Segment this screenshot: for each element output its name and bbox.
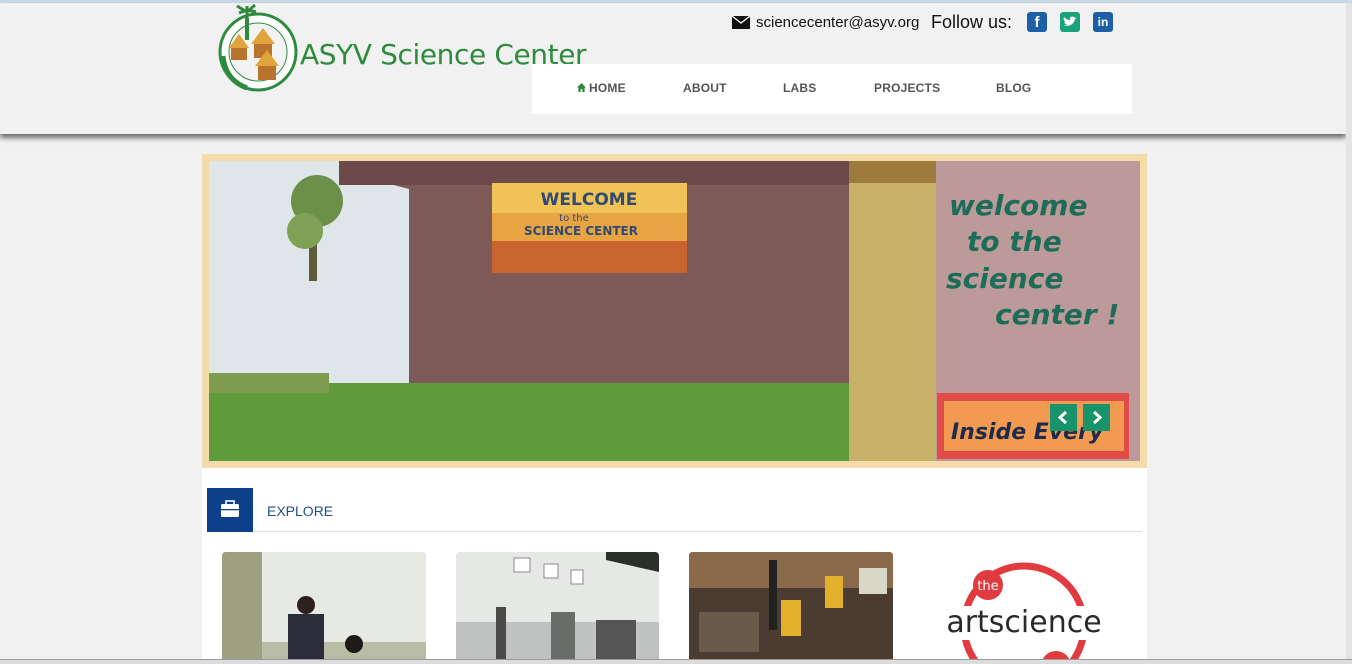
nav-home[interactable]: HOME bbox=[577, 81, 626, 95]
briefcase-icon bbox=[221, 500, 239, 517]
svg-text:SCIENCE CENTER: SCIENCE CENTER bbox=[524, 224, 638, 238]
svg-text:center !: center ! bbox=[995, 298, 1119, 331]
scrollbar[interactable] bbox=[1346, 3, 1352, 664]
artscience-logo-graphic: the artscience bbox=[930, 562, 1120, 664]
taskbar-edge bbox=[0, 659, 1352, 664]
contact-email[interactable]: sciencecenter@asyv.org bbox=[732, 14, 919, 31]
svg-text:to the: to the bbox=[967, 225, 1062, 258]
slider-image[interactable]: WELCOME to the SCIENCE CENTER welcome to… bbox=[209, 161, 1140, 461]
artscience-logo[interactable]: the artscience bbox=[930, 560, 1120, 664]
explore-section-header: EXPLORE bbox=[207, 488, 1142, 532]
svg-text:Inside Every: Inside Every bbox=[951, 420, 1105, 445]
nav-projects[interactable]: PROJECTS bbox=[874, 81, 940, 95]
slider-next-button[interactable] bbox=[1083, 404, 1110, 431]
facebook-icon[interactable]: f bbox=[1027, 12, 1047, 32]
mural-welcome-text: WELCOME bbox=[541, 190, 638, 210]
svg-text:to the: to the bbox=[559, 213, 589, 224]
nav-blog[interactable]: BLOG bbox=[996, 81, 1031, 95]
nav-labs[interactable]: LABS bbox=[783, 81, 816, 95]
classroom-photo bbox=[222, 552, 426, 664]
main-nav: HOME ABOUT LABS PROJECTS BLOG bbox=[532, 64, 1132, 114]
svg-text:science: science bbox=[946, 262, 1063, 295]
follow-label: Follow us: bbox=[931, 12, 1013, 32]
students-crowd bbox=[219, 261, 849, 401]
group-photo: WELCOME to the SCIENCE CENTER welcome to… bbox=[209, 161, 1140, 461]
twitter-icon[interactable] bbox=[1060, 12, 1080, 32]
electronics-lab-photo bbox=[689, 552, 893, 664]
linkedin-icon[interactable]: in bbox=[1093, 12, 1113, 32]
card-classroom[interactable] bbox=[222, 552, 426, 664]
workshop-photo bbox=[456, 552, 659, 664]
card-electronics[interactable] bbox=[689, 552, 893, 664]
svg-text:welcome: welcome bbox=[949, 189, 1087, 222]
nav-about[interactable]: ABOUT bbox=[683, 81, 727, 95]
email-link[interactable]: sciencecenter@asyv.org bbox=[756, 14, 919, 31]
artscience-word: artscience bbox=[946, 605, 1101, 640]
card-workshop[interactable] bbox=[456, 552, 659, 664]
site-logo[interactable] bbox=[217, 4, 299, 96]
nav-home-label: HOME bbox=[589, 81, 626, 95]
explore-icon-box bbox=[207, 488, 253, 532]
slider-prev-button[interactable] bbox=[1050, 404, 1077, 431]
mail-icon bbox=[732, 16, 750, 29]
explore-label: EXPLORE bbox=[267, 503, 334, 519]
chevron-left-icon bbox=[1057, 410, 1068, 425]
artscience-small-text: the bbox=[977, 579, 998, 594]
home-icon bbox=[577, 83, 586, 92]
chevron-right-icon bbox=[1092, 410, 1103, 425]
